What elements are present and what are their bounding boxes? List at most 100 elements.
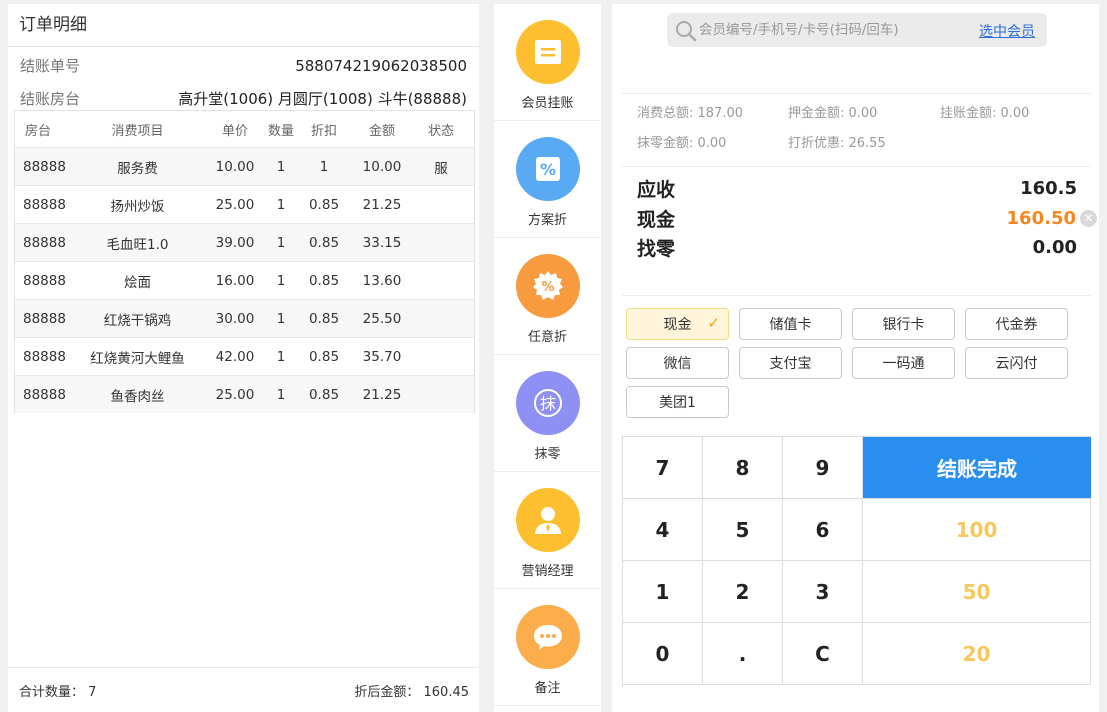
cell-price: 25.00 — [215, 196, 255, 213]
note-button[interactable]: 备注 — [494, 589, 601, 706]
key-9[interactable]: 9 — [783, 437, 863, 499]
after-discount-total: 折后金额： 160.45 — [354, 681, 469, 700]
col-status: 状态 — [427, 123, 454, 139]
pay-onecode-button[interactable]: 一码通 — [852, 347, 955, 379]
cell-price: 16.00 — [215, 272, 255, 289]
cell-item: 服务费 — [117, 160, 158, 177]
cell-discount: 0.85 — [308, 348, 340, 365]
cell-qty: 1 — [276, 348, 286, 365]
pay-alipay-button[interactable]: 支付宝 — [739, 347, 842, 379]
amount-due-label: 应收 — [637, 178, 676, 201]
table-row[interactable]: 88888 红烧黄河大鲤鱼 42.00 1 0.85 35.70 — [15, 338, 474, 376]
cell-item: 烩面 — [124, 274, 151, 291]
cell-discount: 0.85 — [308, 196, 340, 213]
after-discount-value: 160.45 — [423, 684, 470, 700]
quick-amount-100[interactable]: 100 — [863, 499, 1091, 561]
action-panel: 会员挂账 % 方案折 % 任意折 抹 抹零 营销经理 备注 — [494, 4, 601, 712]
key-dot[interactable]: . — [703, 623, 783, 685]
pay-wechat-button[interactable]: 微信 — [626, 347, 729, 379]
cell-amount: 13.60 — [362, 272, 402, 289]
cell-status: 服 — [434, 160, 448, 177]
table-row[interactable]: 88888 扬州炒饭 25.00 1 0.85 21.25 — [15, 186, 474, 224]
col-room: 房台 — [25, 123, 52, 139]
cell-discount: 0.85 — [308, 234, 340, 251]
svg-text:%: % — [541, 280, 554, 295]
key-1[interactable]: 1 — [623, 561, 703, 623]
quick-amount-20[interactable]: 20 — [863, 623, 1091, 685]
member-charge-icon — [515, 20, 580, 84]
cell-qty: 1 — [276, 386, 286, 403]
table-row[interactable]: 88888 烩面 16.00 1 0.85 13.60 — [15, 262, 474, 300]
table-row[interactable]: 88888 红烧干锅鸡 30.00 1 0.85 25.50 — [15, 300, 474, 338]
change-label: 找零 — [637, 237, 676, 260]
col-amount: 金额 — [368, 123, 395, 139]
custom-discount-label: 任意折 — [527, 330, 567, 345]
cell-price: 30.00 — [215, 310, 255, 327]
checkout-complete-button[interactable]: 结账完成 — [863, 437, 1091, 499]
order-detail-title: 订单明细 — [8, 4, 479, 47]
pay-stored-card-button[interactable]: 储值卡 — [739, 308, 842, 340]
pay-cash-button[interactable]: 现金 ✓ — [626, 308, 729, 340]
key-5[interactable]: 5 — [703, 499, 783, 561]
marketing-manager-button[interactable]: 营销经理 — [494, 472, 601, 589]
plan-discount-button[interactable]: % 方案折 — [494, 121, 601, 238]
settlement-panel: 选中会员 消费总额: 187.00 押金金额: 0.00 挂账金额: 0.00 … — [612, 4, 1099, 712]
checkout-rooms-label: 结账房台 — [20, 90, 81, 108]
total-qty-label: 合计数量： — [19, 684, 85, 700]
key-2[interactable]: 2 — [703, 561, 783, 623]
quick-amount-50[interactable]: 50 — [863, 561, 1091, 623]
change-value: 0.00 — [1032, 236, 1077, 258]
after-discount-label: 折后金额： — [354, 684, 420, 700]
cell-room: 88888 — [23, 158, 66, 175]
key-7[interactable]: 7 — [623, 437, 703, 499]
cell-amount: 25.50 — [362, 310, 402, 327]
key-clear[interactable]: C — [783, 623, 863, 685]
pay-voucher-label: 代金券 — [995, 317, 1038, 333]
summary-box: 消费总额: 187.00 押金金额: 0.00 挂账金额: 0.00 抹零金额:… — [622, 93, 1091, 167]
custom-discount-button[interactable]: % 任意折 — [494, 238, 601, 355]
pay-unionpay-button[interactable]: 云闪付 — [965, 347, 1068, 379]
round-off-button[interactable]: 抹 抹零 — [494, 355, 601, 472]
key-6[interactable]: 6 — [783, 499, 863, 561]
cash-amount: 160.50 ✕ — [1007, 208, 1097, 229]
cash-value[interactable]: 160.50 — [1007, 208, 1076, 229]
table-row[interactable]: 88888 毛血旺1.0 39.00 1 0.85 33.15 — [15, 224, 474, 262]
check-icon: ✓ — [707, 314, 720, 332]
total-consume: 消费总额: 187.00 — [637, 106, 743, 121]
key-0[interactable]: 0 — [623, 623, 703, 685]
pay-bank-card-button[interactable]: 银行卡 — [852, 308, 955, 340]
cell-amount: 21.25 — [362, 386, 402, 403]
order-items-table: 房台 消费项目 单价 数量 折扣 金额 状态 88888 服务费 10.00 1… — [14, 110, 475, 413]
cell-qty: 1 — [276, 234, 286, 251]
select-member-link[interactable]: 选中会员 — [979, 21, 1035, 41]
pay-meituan-button[interactable]: 美团1 — [626, 386, 729, 418]
round-off-label: 抹零 — [534, 447, 561, 462]
cell-room: 88888 — [23, 348, 66, 365]
table-row[interactable]: 88888 服务费 10.00 1 1 10.00 服 — [15, 148, 474, 186]
cell-item: 毛血旺1.0 — [106, 236, 169, 253]
key-3[interactable]: 3 — [783, 561, 863, 623]
round-off-amount: 抹零金额: 0.00 — [637, 136, 727, 151]
numeric-keypad: 7 8 9 结账完成 4 5 6 100 1 2 3 50 0 . C 20 — [622, 436, 1092, 687]
note-icon — [515, 605, 580, 669]
cell-amount: 35.70 — [362, 348, 402, 365]
cell-item: 扬州炒饭 — [110, 198, 165, 215]
clear-icon[interactable]: ✕ — [1080, 209, 1097, 227]
key-8[interactable]: 8 — [703, 437, 783, 499]
pay-unionpay-label: 云闪付 — [995, 356, 1038, 372]
cell-item: 红烧干锅鸡 — [103, 312, 172, 329]
member-charge-label: 会员挂账 — [521, 96, 574, 111]
checkout-no-label: 结账单号 — [20, 57, 81, 75]
member-search-input[interactable] — [699, 13, 959, 47]
search-icon — [675, 20, 697, 46]
deposit-amount: 押金金额: 0.00 — [788, 106, 878, 121]
cell-price: 25.00 — [215, 386, 255, 403]
key-4[interactable]: 4 — [623, 499, 703, 561]
member-charge-button[interactable]: 会员挂账 — [494, 4, 601, 121]
cell-room: 88888 — [23, 386, 66, 403]
table-row[interactable]: 88888 鱼香肉丝 25.00 1 0.85 21.25 — [15, 376, 474, 413]
cell-room: 88888 — [23, 234, 66, 251]
percent-plan-icon: % — [515, 137, 580, 201]
cell-amount: 21.25 — [362, 196, 402, 213]
pay-voucher-button[interactable]: 代金券 — [965, 308, 1068, 340]
